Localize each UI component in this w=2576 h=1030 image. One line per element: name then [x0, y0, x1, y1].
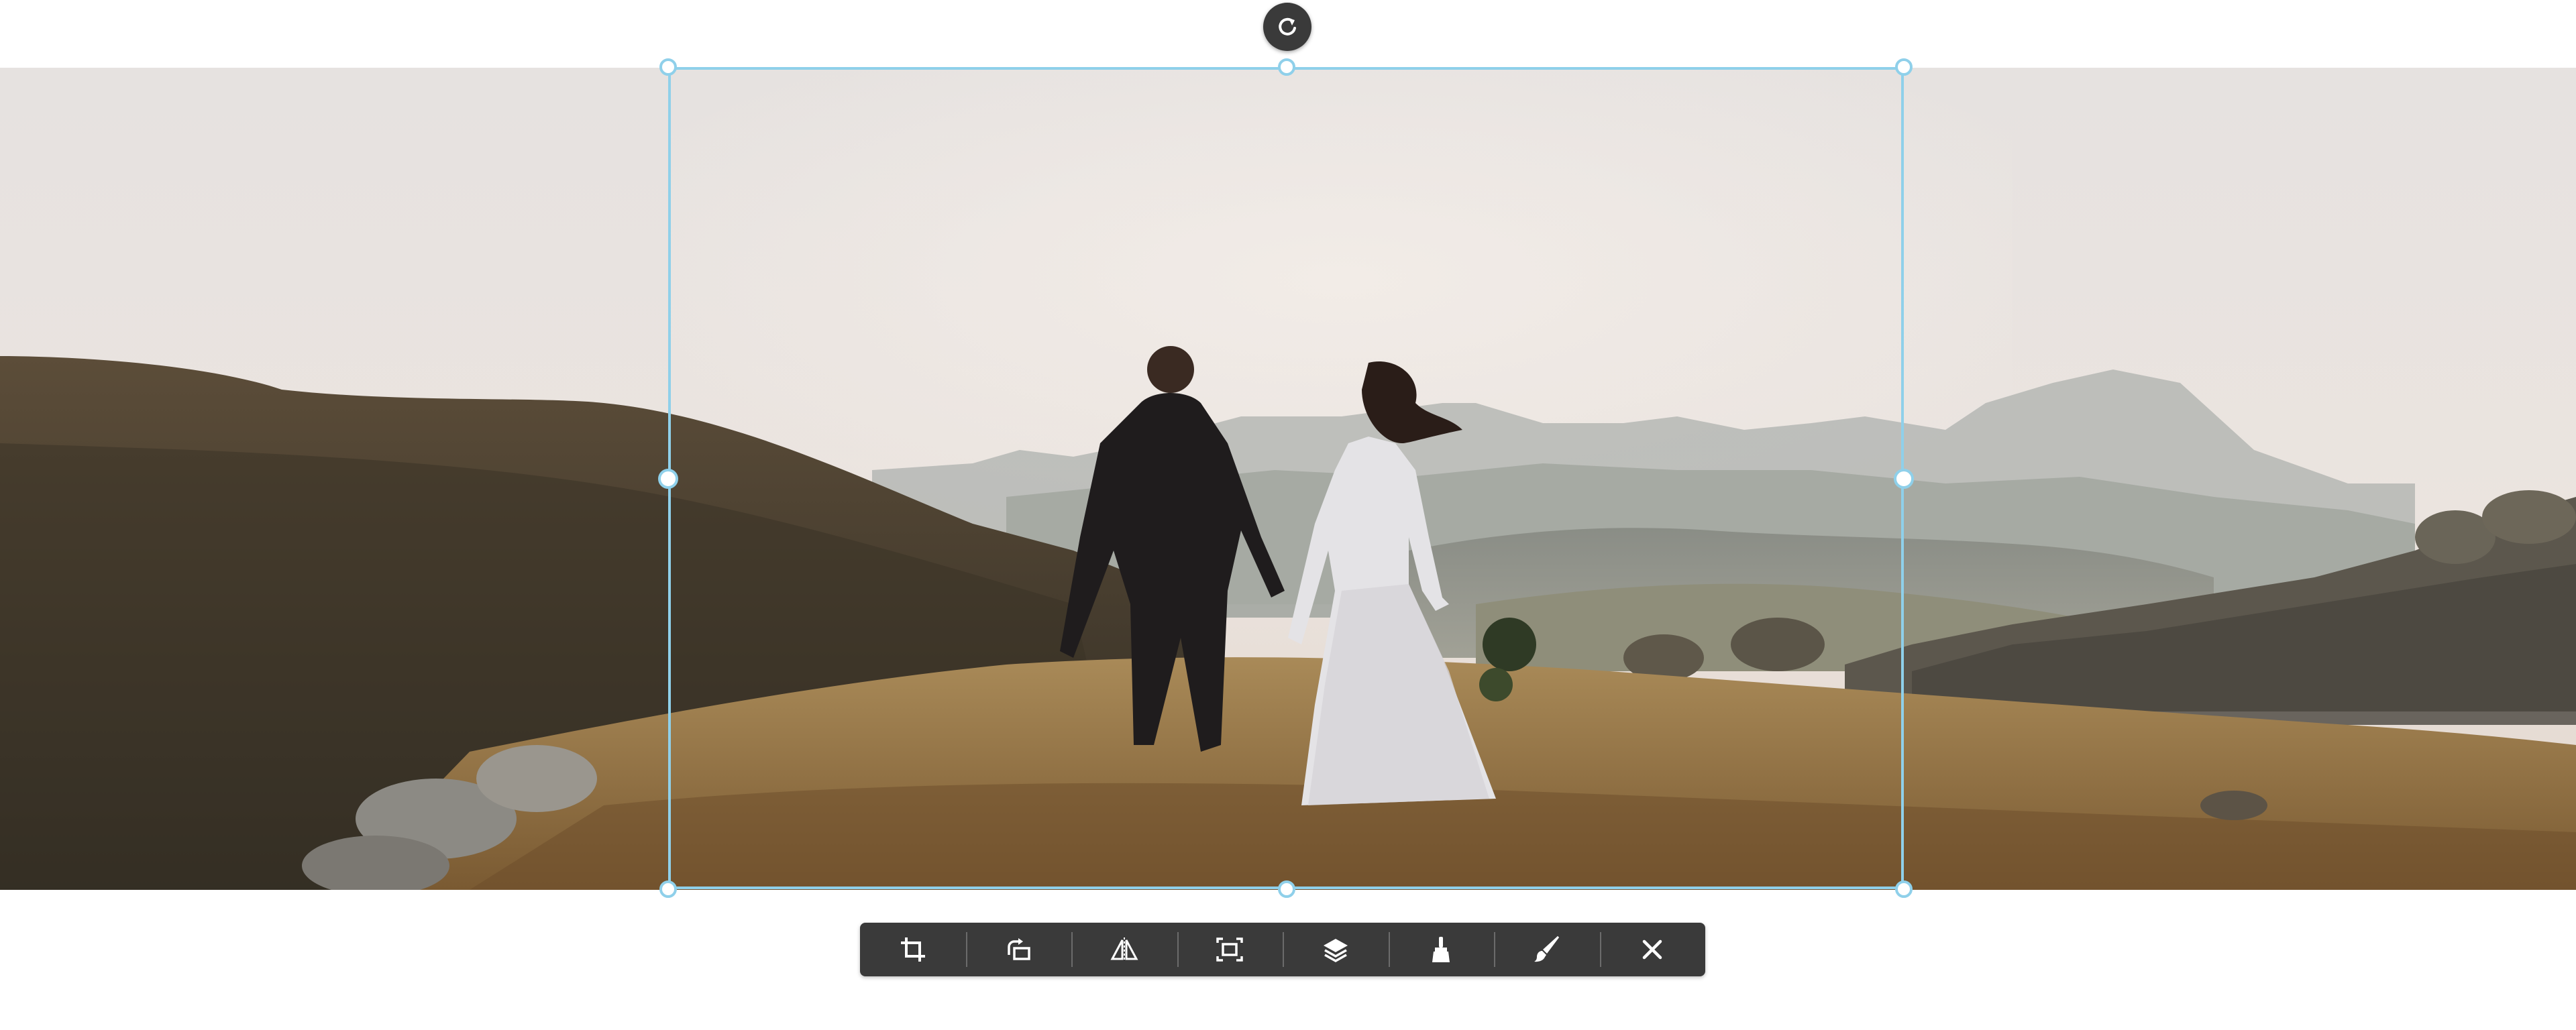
layers-icon — [1323, 939, 1348, 963]
flip-icon — [1110, 937, 1138, 962]
rotate-aspect-button[interactable] — [965, 923, 1072, 976]
close-button[interactable] — [1599, 923, 1706, 976]
rotate-handle[interactable] — [1263, 3, 1311, 51]
crop-handle-top[interactable] — [1278, 58, 1295, 76]
broom-icon — [1432, 937, 1450, 962]
rotate-icon — [1279, 17, 1296, 36]
crop-handle-right[interactable] — [1894, 469, 1914, 489]
flip-button[interactable] — [1071, 923, 1177, 976]
brush-button[interactable] — [1494, 923, 1600, 976]
crop-handle-left[interactable] — [658, 469, 678, 489]
edit-toolbar — [860, 923, 1705, 976]
crop-handle-bottom[interactable] — [1278, 880, 1295, 898]
crop-handle-top-left[interactable] — [659, 58, 677, 76]
crop-handle-top-right[interactable] — [1895, 58, 1913, 76]
brush-icon — [1534, 936, 1559, 962]
layers-button[interactable] — [1283, 923, 1389, 976]
fit-button[interactable] — [1177, 923, 1283, 976]
crop-button[interactable] — [860, 923, 966, 976]
rotate-aspect-icon — [1008, 938, 1030, 960]
close-icon — [1643, 939, 1662, 960]
fit-icon — [1216, 937, 1243, 962]
image-editor — [0, 0, 2576, 1030]
crop-icon — [900, 937, 925, 962]
crop-handle-bottom-right[interactable] — [1895, 880, 1913, 898]
wedding-photo — [0, 68, 2576, 890]
crop-handle-bottom-left[interactable] — [659, 880, 677, 898]
broom-button[interactable] — [1388, 923, 1495, 976]
